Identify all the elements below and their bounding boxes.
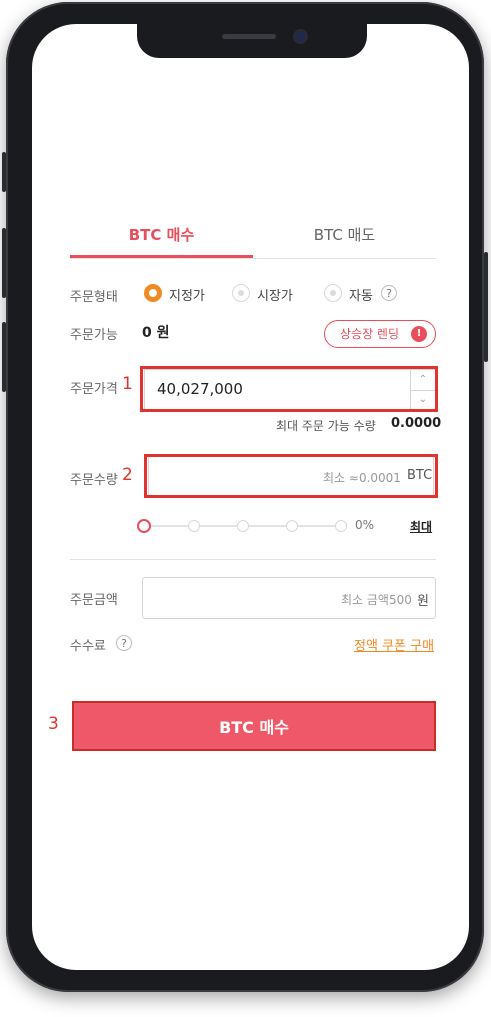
amount-input[interactable]: 최소 금액500 원: [142, 577, 436, 619]
radio-auto[interactable]: [324, 284, 342, 302]
section-divider: [70, 559, 436, 560]
notch: [137, 24, 367, 58]
tab-btc-sell[interactable]: BTC 매도: [253, 224, 436, 258]
highlight-box-1: [140, 366, 438, 412]
available-value: 0 원: [142, 325, 170, 341]
annotation-number-3: 3: [48, 714, 59, 734]
phone-screen: BTC 매수 BTC 매도 주문형태 지정가 시장가 자동 ? 주문가능 0 원…: [32, 24, 469, 970]
tab-btc-sell-label: BTC 매도: [313, 226, 376, 244]
slider-stop-25[interactable]: [188, 520, 200, 532]
phone-frame: BTC 매수 BTC 매도 주문형태 지정가 시장가 자동 ? 주문가능 0 원…: [2, 2, 488, 992]
radio-limit-label[interactable]: 지정가: [169, 285, 205, 304]
order-type-help-icon[interactable]: ?: [381, 285, 397, 301]
price-label: 주문가격: [70, 382, 118, 397]
listing-lending-label: 상승장 렌딩: [340, 327, 400, 341]
speaker: [222, 34, 276, 39]
volume-down-button: [2, 322, 6, 392]
slider-handle[interactable]: [137, 519, 151, 533]
fee-label: 수수료: [70, 639, 106, 654]
coupon-purchase-link[interactable]: 정액 쿠폰 구매: [354, 635, 434, 654]
radio-auto-label[interactable]: 자동: [349, 285, 373, 304]
volume-up-button: [2, 228, 6, 298]
quantity-label: 주문수량: [70, 473, 118, 488]
amount-unit: 원: [417, 594, 429, 609]
slider-stop-50[interactable]: [237, 520, 249, 532]
btc-buy-button[interactable]: BTC 매수: [72, 701, 436, 751]
slider-stop-100[interactable]: [335, 520, 347, 532]
highlight-box-2: [144, 454, 438, 498]
amount-label: 주문금액: [70, 593, 118, 608]
radio-limit[interactable]: [144, 284, 162, 302]
max-button[interactable]: 최대: [410, 518, 432, 535]
max-qty-value: 0.0000: [391, 416, 442, 431]
available-label: 주문가능: [70, 328, 118, 343]
tab-btc-buy-label: BTC 매수: [128, 226, 195, 244]
camera-icon: [295, 31, 306, 42]
amount-placeholder: 최소 금액500: [341, 593, 412, 607]
fee-help-icon[interactable]: ?: [116, 635, 132, 651]
tab-btc-buy[interactable]: BTC 매수: [70, 224, 253, 258]
info-icon: !: [411, 326, 427, 342]
order-type-label: 주문형태: [70, 290, 118, 305]
tab-divider: [70, 258, 436, 259]
slider-stop-75[interactable]: [286, 520, 298, 532]
radio-market-label[interactable]: 시장가: [257, 285, 293, 304]
side-button: [2, 152, 6, 192]
listing-lending-button[interactable]: 상승장 렌딩 !: [324, 320, 436, 348]
power-button: [484, 252, 488, 362]
annotation-number-1: 1: [122, 374, 133, 394]
annotation-number-2: 2: [122, 465, 133, 485]
slider-percent: 0%: [355, 518, 375, 532]
radio-market[interactable]: [232, 284, 250, 302]
max-qty-label: 최대 주문 가능 수량: [276, 419, 376, 433]
